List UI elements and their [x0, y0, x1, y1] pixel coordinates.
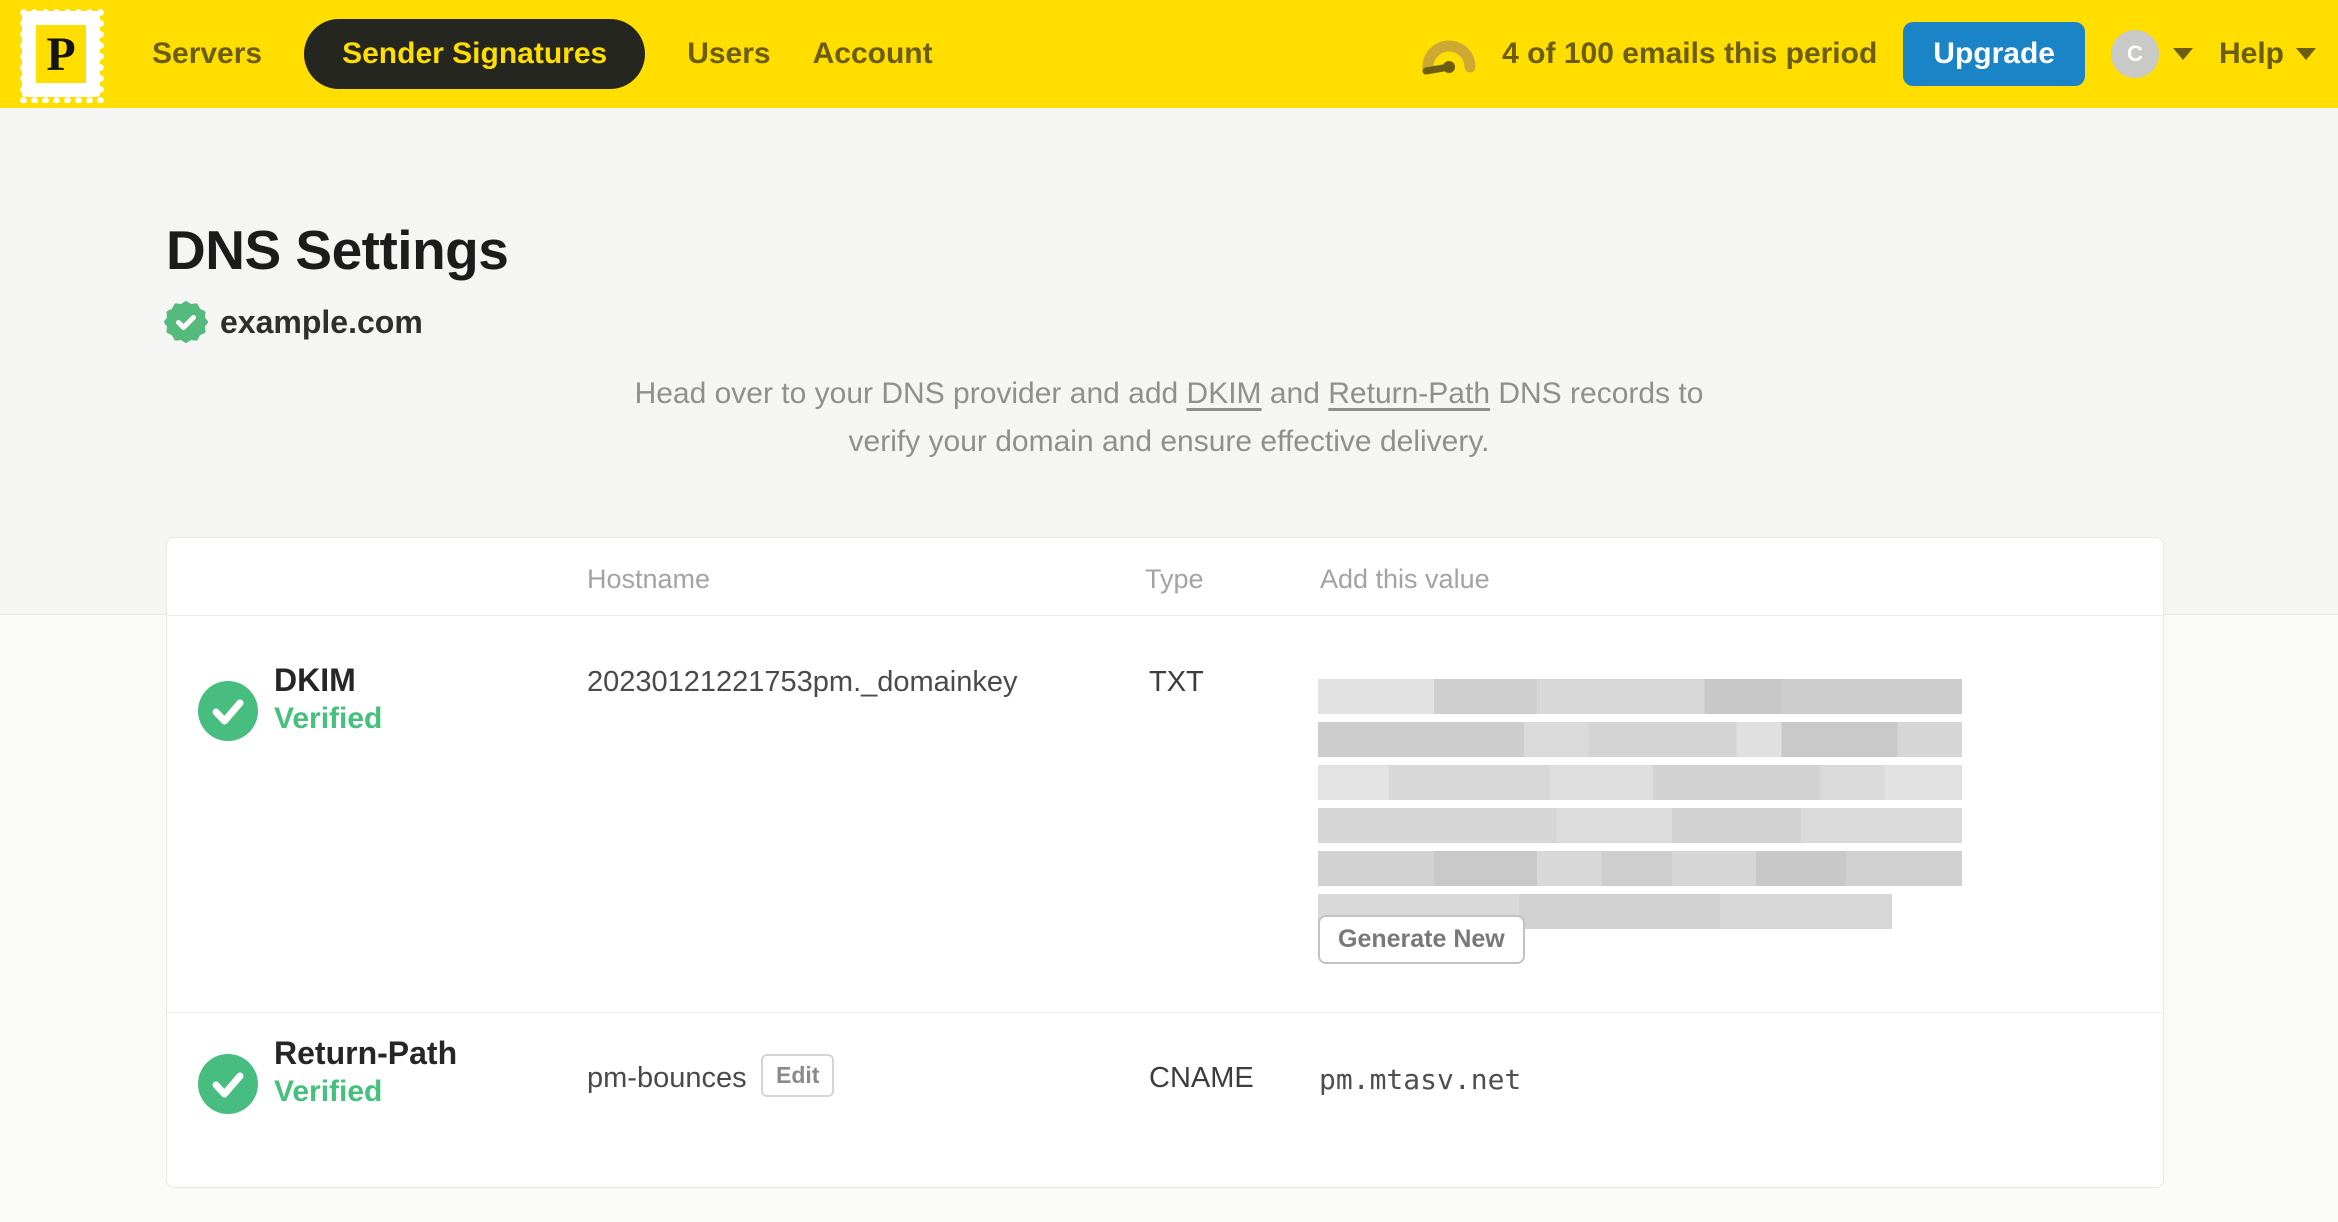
- top-nav: P Servers Sender Signatures Users Accoun…: [0, 0, 2338, 108]
- avatar[interactable]: C: [2110, 30, 2159, 78]
- help-label: Help: [2218, 37, 2284, 70]
- instructions-text: Head over to your DNS provider and add: [634, 377, 1187, 410]
- return-path-value: pm.mtasv.net: [1319, 1063, 1522, 1096]
- upgrade-button[interactable]: Upgrade: [1903, 22, 2085, 86]
- verified-seal-icon: [164, 301, 208, 343]
- postmark-logo[interactable]: P: [16, 5, 106, 103]
- nav-item-servers[interactable]: Servers: [152, 37, 262, 71]
- nav-right: 4 of 100 emails this period Upgrade C He…: [1420, 22, 2316, 86]
- return-path-hostname: pm-bounces: [587, 1062, 747, 1094]
- dns-records-card: Hostname Type Add this value DKIM Verifi…: [166, 537, 2164, 1188]
- column-header-value: Add this value: [1320, 564, 1490, 594]
- nav-item-account[interactable]: Account: [813, 37, 933, 71]
- usage-text: 4 of 100 emails this period: [1502, 37, 1878, 70]
- nav-item-users[interactable]: Users: [687, 37, 770, 71]
- chevron-down-icon: [2172, 48, 2193, 60]
- column-header-hostname: Hostname: [587, 564, 711, 594]
- status-badge: Verified: [274, 702, 383, 735]
- return-path-link[interactable]: Return-Path: [1328, 377, 1490, 410]
- redacted-dkim-value: [1318, 679, 1962, 937]
- postmark-logo-letter: P: [36, 25, 86, 83]
- help-menu[interactable]: Help: [2219, 37, 2316, 71]
- return-path-record-type: CNAME: [1149, 1062, 1254, 1094]
- dns-instructions: Head over to your DNS provider and add D…: [634, 377, 1704, 458]
- edit-button[interactable]: Edit: [761, 1054, 835, 1097]
- verified-check-icon: [198, 1054, 258, 1114]
- usage-gauge-icon: [1422, 40, 1476, 75]
- redacted-value-bar: [1318, 722, 1962, 757]
- column-header-type: Type: [1145, 564, 1204, 594]
- account-menu[interactable]: C: [2110, 30, 2193, 78]
- verified-check-icon: [198, 681, 258, 741]
- status-badge: Verified: [274, 1075, 383, 1108]
- dkim-hostname: 20230121221753pm._domainkey: [587, 666, 1018, 698]
- row-divider: [167, 1012, 2163, 1013]
- redacted-value-bar: [1318, 679, 1962, 714]
- record-name: DKIM: [274, 662, 356, 698]
- dkim-link[interactable]: DKIM: [1187, 377, 1262, 410]
- page-title: DNS Settings: [166, 219, 509, 281]
- instructions-text-line2: verify your domain and ensure effective …: [848, 425, 1490, 458]
- nav-item-sender-signatures[interactable]: Sender Signatures: [304, 19, 646, 89]
- table-header-row: Hostname Type Add this value: [167, 538, 2163, 616]
- record-name: Return-Path: [274, 1035, 458, 1071]
- verified-domain: example.com: [164, 300, 423, 344]
- generate-new-button[interactable]: Generate New: [1318, 915, 1525, 964]
- redacted-value-bar: [1318, 808, 1962, 843]
- redacted-value-bar: [1318, 851, 1962, 886]
- redacted-value-bar: [1318, 765, 1962, 800]
- domain-name: example.com: [220, 303, 423, 340]
- chevron-down-icon: [2296, 48, 2316, 60]
- nav-links: Servers Sender Signatures Users Account: [152, 19, 933, 89]
- dkim-record-type: TXT: [1149, 666, 1204, 698]
- dns-settings-page: P Servers Sender Signatures Users Accoun…: [0, 0, 2338, 1222]
